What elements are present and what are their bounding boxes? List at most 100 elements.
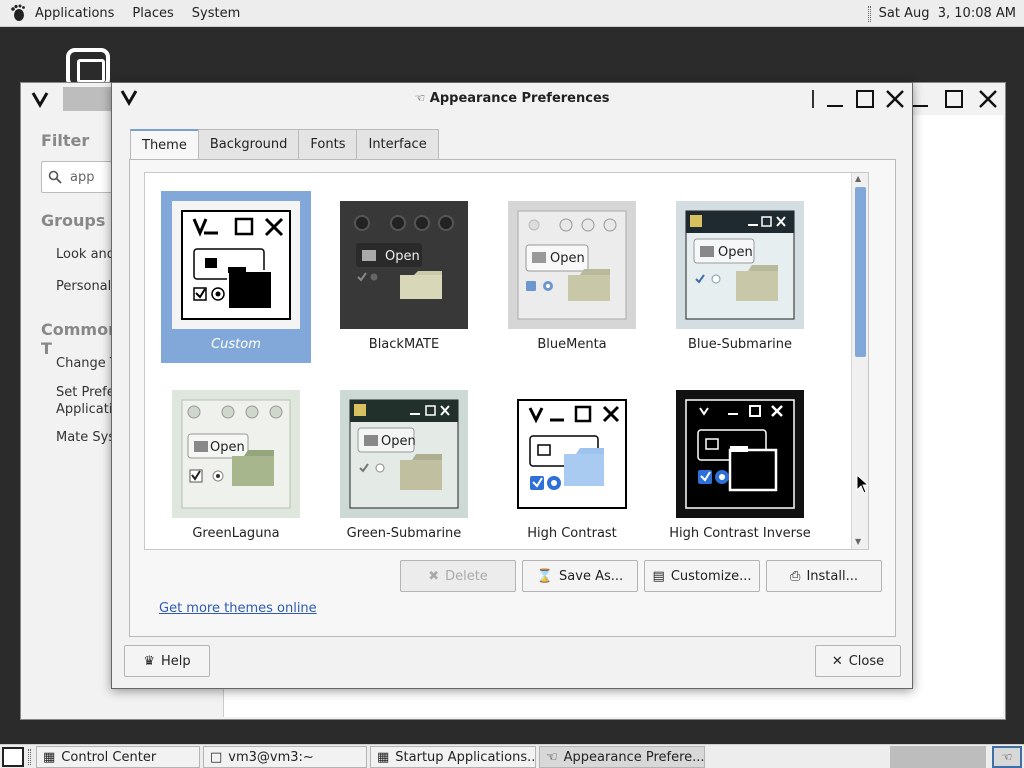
close-dialog-button[interactable]: ✕ Close [815,645,901,677]
maximize-button[interactable] [941,87,967,111]
places-menu-label: Places [132,5,174,21]
help-button[interactable]: ♛ Help [124,645,210,677]
close-button[interactable] [975,87,1001,111]
top-panel: Applications Places System Sat Aug 3, 10… [0,0,1024,27]
install-button[interactable]: ⎙ Install... [766,560,882,592]
close-icon: ✕ [831,653,843,669]
titlebar-blurred-region [63,87,118,111]
theme-preview-high-contrast [508,390,636,518]
theme-tab-panel: Custom Open BlackMATE Open BlueMenta Ope… [129,159,896,637]
group-item[interactable]: Personal [56,279,111,294]
dialog-title-text: Appearance Preferences [429,91,610,106]
minimize-icon [912,105,928,107]
theme-preview-blue-submarine: Open [676,201,804,329]
clock[interactable]: Sat Aug 3, 10:08 AM [879,6,1016,21]
taskbar-item-appearance-preferences[interactable]: ☜ Appearance Prefere... [539,746,705,768]
notification-area-icon[interactable]: ☜ [992,746,1022,768]
theme-item-high-contrast-inverse[interactable]: High Contrast Inverse [665,380,815,549]
theme-item-bluementa[interactable]: Open BlueMenta [497,191,647,363]
tab-fonts[interactable]: Fonts [298,129,358,159]
system-menu[interactable]: System [183,0,249,27]
tab-theme[interactable]: Theme [130,129,199,160]
workspace-switcher[interactable] [890,746,986,768]
theme-name: Custom [211,337,261,352]
thumb-open-label: Open [381,434,416,449]
theme-preview-bluementa: Open [508,201,636,329]
minimize-icon [827,105,843,107]
save-as-button-label: Save As... [559,568,624,584]
startup-applications-icon: ▦ [377,749,390,765]
taskbar-item-label: Startup Applications... [395,749,536,765]
thumb-open-label: Open [210,440,245,455]
theme-preview-blackmate: Open [340,201,468,329]
appearance-icon: ☜ [414,91,426,105]
theme-preview-greenlaguna: Open [172,390,300,518]
save-icon: ⌛ [536,568,554,584]
get-more-themes-link[interactable]: Get more themes online [159,601,317,616]
help-icon: ♛ [143,653,155,669]
panel-handle[interactable] [867,5,871,22]
save-as-button[interactable]: ⌛ Save As... [522,560,638,592]
install-icon: ⎙ [790,568,801,584]
tab-interface[interactable]: Interface [356,129,439,159]
delete-button[interactable]: ✖ Delete [400,560,516,592]
close-icon [979,90,997,108]
delete-button-label: Delete [445,568,488,584]
places-menu[interactable]: Places [123,0,182,27]
tab-bar: Theme Background Fonts Interface [130,129,439,160]
taskbar-item-startup-applications[interactable]: ▦ Startup Applications... [370,746,536,768]
taskbar: ▦ Control Center □ vm3@vm3:~ ▦ Startup A… [0,744,1024,768]
customize-button[interactable]: ▤ Customize... [644,560,760,592]
install-button-label: Install... [806,568,858,584]
taskbar-item-control-center[interactable]: ▦ Control Center [36,746,200,768]
filter-heading: Filter [41,131,90,150]
theme-item-blackmate[interactable]: Open BlackMATE [329,191,479,363]
system-menu-label: System [191,5,241,21]
show-desktop-icon[interactable] [2,747,24,767]
window-menu-icon[interactable] [31,90,51,108]
common-task-item[interactable]: Change T [56,356,118,371]
maximize-button[interactable] [852,87,878,111]
theme-name: BlackMATE [368,337,440,352]
dialog-window-controls [812,87,908,111]
maximize-icon [856,90,874,108]
gnome-foot-icon [11,4,25,21]
common-tasks-heading: Common T [41,320,120,358]
applications-menu[interactable]: Applications [0,0,123,27]
maximize-icon [945,90,963,108]
thumb-open-label: Open [550,251,585,266]
clock-area: Sat Aug 3, 10:08 AM [867,0,1016,27]
theme-name: Green-Submarine [346,526,462,541]
help-button-label: Help [161,653,191,669]
theme-item-high-contrast[interactable]: High Contrast [497,380,647,549]
control-center-icon: ▦ [43,749,56,765]
terminal-icon: □ [210,749,223,765]
theme-list: Custom Open BlackMATE Open BlueMenta Ope… [144,172,869,550]
theme-item-green-submarine[interactable]: Open Green-Submarine [329,380,479,549]
theme-preview-green-submarine: Open [340,390,468,518]
dialog-titlebar: ☜ Appearance Preferences [112,83,912,115]
common-task-item[interactable]: Set Prefe [56,385,115,400]
appearance-icon: ☜ [546,749,558,765]
tab-background[interactable]: Background [197,129,300,159]
theme-item-greenlaguna[interactable]: Open GreenLaguna [161,380,311,549]
minimize-button[interactable] [822,87,848,111]
close-button[interactable] [882,87,908,111]
theme-item-blue-submarine[interactable]: Open Blue-Submarine [665,191,815,363]
taskbar-item-label: Control Center [61,749,157,765]
mouse-cursor-icon [856,474,870,494]
theme-name: BlueMenta [537,337,607,352]
theme-item-custom[interactable]: Custom [161,191,311,363]
customize-button-label: Customize... [670,568,752,584]
delete-icon: ✖ [428,568,440,584]
scroll-up-icon[interactable]: ▲ [855,174,861,183]
taskbar-item-terminal[interactable]: □ vm3@vm3:~ [203,746,367,768]
thumb-open-label: Open [385,249,420,264]
close-icon [886,90,904,108]
scrollbar-thumb[interactable] [855,187,866,357]
group-item[interactable]: Look and [56,247,115,262]
scroll-down-icon[interactable]: ▼ [855,537,861,546]
taskbar-handle[interactable] [28,749,31,765]
titlebar-separator [812,90,814,108]
customize-icon: ▤ [652,568,665,584]
